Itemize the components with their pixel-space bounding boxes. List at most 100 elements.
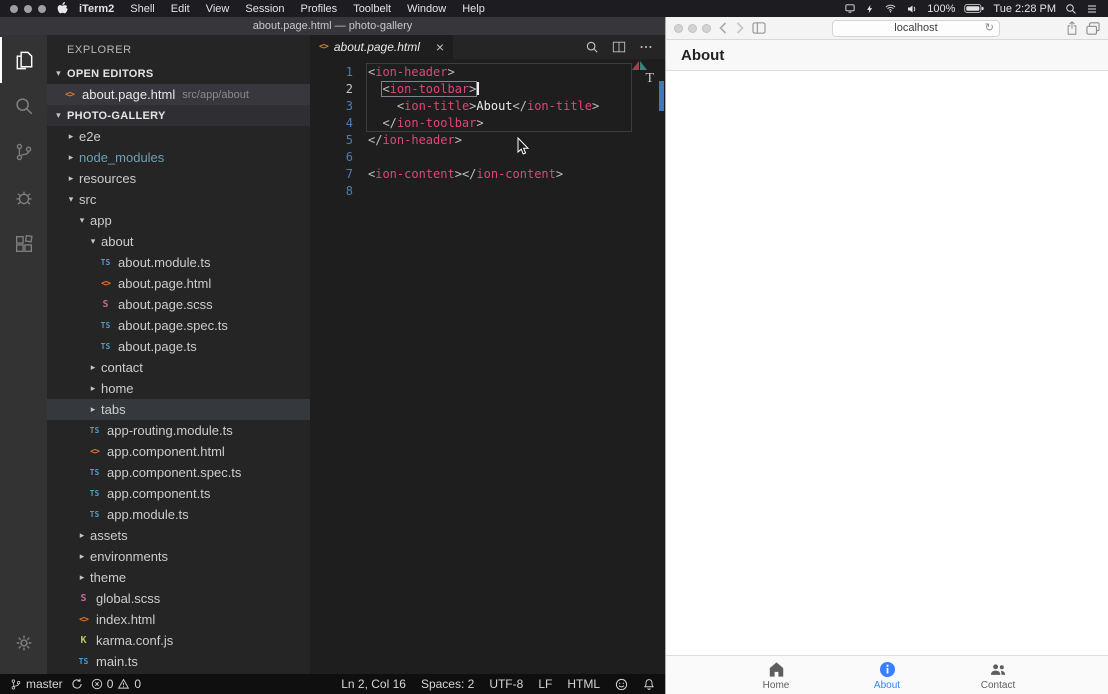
vscode-titlebar[interactable]: about.page.html — photo-gallery bbox=[0, 17, 665, 35]
tree-item-index.html[interactable]: <>index.html bbox=[47, 609, 310, 630]
menu-help[interactable]: Help bbox=[454, 3, 493, 15]
open-editors-header[interactable]: ▾ OPEN EDITORS bbox=[47, 63, 310, 84]
feedback-smiley-icon[interactable] bbox=[615, 678, 628, 691]
tree-item-app-routing.module.ts[interactable]: TSapp-routing.module.ts bbox=[47, 420, 310, 441]
project-header[interactable]: ▾ PHOTO-GALLERY bbox=[47, 105, 310, 126]
tree-item-global.scss[interactable]: Sglobal.scss bbox=[47, 588, 310, 609]
tree-item-karma.conf.js[interactable]: Kkarma.conf.js bbox=[47, 630, 310, 651]
search-icon[interactable] bbox=[0, 83, 47, 129]
tree-item-app[interactable]: ▾app bbox=[47, 210, 310, 231]
close-window-dot[interactable] bbox=[674, 24, 683, 33]
tree-item-about[interactable]: ▾about bbox=[47, 231, 310, 252]
problems-indicator[interactable]: 0 0 bbox=[91, 677, 141, 691]
tree-item-app.module.ts[interactable]: TSapp.module.ts bbox=[47, 504, 310, 525]
tree-item-about.page.ts[interactable]: TSabout.page.ts bbox=[47, 336, 310, 357]
zoom-window-dot[interactable] bbox=[702, 24, 711, 33]
cursor-position[interactable]: Ln 2, Col 16 bbox=[341, 677, 406, 691]
menu-view[interactable]: View bbox=[198, 3, 238, 15]
language-mode[interactable]: HTML bbox=[567, 677, 600, 691]
debug-icon[interactable] bbox=[0, 175, 47, 221]
apple-menu-icon[interactable] bbox=[57, 2, 68, 15]
split-editor-icon[interactable] bbox=[612, 40, 626, 54]
encoding-setting[interactable]: UTF-8 bbox=[489, 677, 523, 691]
settings-gear-icon[interactable] bbox=[0, 620, 47, 666]
git-branch-indicator[interactable]: master bbox=[10, 677, 63, 691]
reload-icon[interactable]: ↻ bbox=[985, 23, 994, 34]
window-controls[interactable] bbox=[10, 5, 46, 13]
volume-icon[interactable] bbox=[906, 3, 918, 15]
tree-item-e2e[interactable]: ▸e2e bbox=[47, 126, 310, 147]
spotlight-icon[interactable] bbox=[1065, 3, 1077, 15]
bolt-icon[interactable] bbox=[865, 3, 875, 15]
minimize-window-dot[interactable] bbox=[688, 24, 697, 33]
tree-item-app.component.ts[interactable]: TSapp.component.ts bbox=[47, 483, 310, 504]
scrollbar-marker[interactable] bbox=[659, 81, 664, 111]
line-number: 2 bbox=[310, 81, 353, 98]
chevron-right-icon: ▸ bbox=[76, 572, 88, 583]
tree-item-contact[interactable]: ▸contact bbox=[47, 357, 310, 378]
explorer-icon[interactable] bbox=[0, 37, 47, 83]
line-number: 5 bbox=[310, 132, 353, 149]
safari-window-controls[interactable] bbox=[674, 24, 711, 33]
menu-shell[interactable]: Shell bbox=[122, 3, 162, 15]
tab-contact[interactable]: Contact bbox=[943, 656, 1054, 694]
sidebar-toggle-icon[interactable] bbox=[752, 22, 766, 34]
tree-item-home[interactable]: ▸home bbox=[47, 378, 310, 399]
share-icon[interactable] bbox=[1066, 21, 1078, 35]
match-highlight: <ion-toolbar> bbox=[382, 82, 476, 96]
address-bar[interactable]: localhost ↻ bbox=[832, 20, 1000, 37]
menubar-clock[interactable]: Tue 2:28 PM bbox=[993, 3, 1056, 15]
tab-about[interactable]: About bbox=[832, 656, 943, 694]
menu-edit[interactable]: Edit bbox=[163, 3, 198, 15]
token: ion-title bbox=[527, 99, 592, 113]
menu-profiles[interactable]: Profiles bbox=[293, 3, 346, 15]
tree-item-node_modules[interactable]: ▸node_modules bbox=[47, 147, 310, 168]
token: </ bbox=[382, 116, 396, 130]
open-editor-item[interactable]: <> about.page.html src/app/about bbox=[47, 84, 310, 105]
wifi-icon[interactable] bbox=[884, 3, 897, 14]
notification-center-icon[interactable] bbox=[1086, 3, 1098, 15]
token: > bbox=[447, 65, 454, 79]
line-number: 6 bbox=[310, 149, 353, 166]
token: > bbox=[455, 167, 462, 181]
tree-item-environments[interactable]: ▸environments bbox=[47, 546, 310, 567]
close-icon[interactable]: × bbox=[436, 40, 444, 54]
tree-item-main.ts[interactable]: TSmain.ts bbox=[47, 651, 310, 672]
notifications-bell-icon[interactable] bbox=[643, 678, 655, 691]
tree-item-assets[interactable]: ▸assets bbox=[47, 525, 310, 546]
project-label: PHOTO-GALLERY bbox=[67, 110, 166, 122]
code-editor[interactable]: 1<ion-header>2 <ion-toolbar>3 <ion-title… bbox=[310, 59, 665, 674]
tabs-overview-icon[interactable] bbox=[1086, 22, 1100, 35]
more-actions-icon[interactable] bbox=[639, 40, 653, 54]
tree-item-about.page.spec.ts[interactable]: TSabout.page.spec.ts bbox=[47, 315, 310, 336]
menu-window[interactable]: Window bbox=[399, 3, 454, 15]
tree-item-about.page.scss[interactable]: Sabout.page.scss bbox=[47, 294, 310, 315]
tab-home[interactable]: Home bbox=[721, 656, 832, 694]
tree-item-app.component.html[interactable]: <>app.component.html bbox=[47, 441, 310, 462]
tree-item-resources[interactable]: ▸resources bbox=[47, 168, 310, 189]
back-icon[interactable] bbox=[719, 22, 727, 34]
extensions-icon[interactable] bbox=[0, 221, 47, 267]
window-dot[interactable] bbox=[24, 5, 32, 13]
eol-setting[interactable]: LF bbox=[538, 677, 552, 691]
forward-icon[interactable] bbox=[736, 22, 744, 34]
tree-item-about.page.html[interactable]: <>about.page.html bbox=[47, 273, 310, 294]
source-control-icon[interactable] bbox=[0, 129, 47, 175]
find-in-file-icon[interactable] bbox=[585, 40, 599, 54]
menu-iterm2[interactable]: iTerm2 bbox=[71, 3, 122, 15]
tree-item-tabs[interactable]: ▸tabs bbox=[47, 399, 310, 420]
menu-toolbelt[interactable]: Toolbelt bbox=[345, 3, 399, 15]
tree-item-about.module.ts[interactable]: TSabout.module.ts bbox=[47, 252, 310, 273]
html-file-icon: <> bbox=[87, 447, 102, 457]
window-dot[interactable] bbox=[10, 5, 18, 13]
menu-session[interactable]: Session bbox=[237, 3, 292, 15]
window-dot[interactable] bbox=[38, 5, 46, 13]
editor-tab[interactable]: <> about.page.html × bbox=[310, 35, 453, 59]
tree-item-theme[interactable]: ▸theme bbox=[47, 567, 310, 588]
display-icon[interactable] bbox=[844, 3, 856, 14]
page-content bbox=[666, 71, 1108, 655]
sync-icon[interactable] bbox=[71, 678, 83, 690]
tree-item-src[interactable]: ▾src bbox=[47, 189, 310, 210]
indentation-setting[interactable]: Spaces: 2 bbox=[421, 677, 474, 691]
tree-item-app.component.spec.ts[interactable]: TSapp.component.spec.ts bbox=[47, 462, 310, 483]
